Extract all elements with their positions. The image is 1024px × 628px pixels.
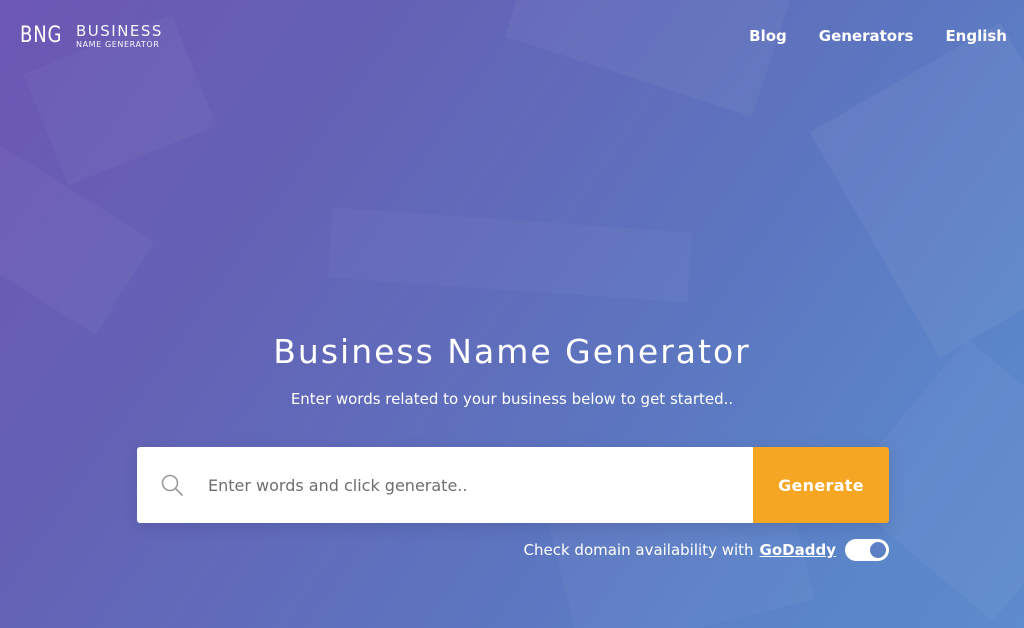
search-input[interactable]: [207, 447, 753, 523]
domain-check-toggle[interactable]: [845, 539, 889, 561]
background-shape: [0, 135, 154, 334]
search-icon: [137, 447, 207, 523]
logo-line-name-generator: NAME GENERATOR: [76, 39, 160, 49]
nav-link-generators[interactable]: Generators: [819, 26, 914, 46]
page-title: Business Name Generator: [273, 332, 751, 371]
godaddy-link[interactable]: GoDaddy: [760, 539, 836, 561]
logo-mark: BNG: [20, 23, 63, 48]
nav-link-blog[interactable]: Blog: [749, 26, 787, 46]
logo-line-business: BUSINESS: [76, 21, 163, 40]
background-shape: [809, 22, 1024, 358]
logo-text: BUSINESS NAME GENERATOR: [76, 23, 163, 50]
toggle-knob: [870, 542, 886, 558]
site-header: BNG BUSINESS NAME GENERATOR Blog Generat…: [0, 0, 1024, 72]
background-shape: [328, 208, 692, 303]
domain-check-label: Check domain availability with: [523, 541, 754, 559]
logo-link[interactable]: BNG BUSINESS NAME GENERATOR: [20, 22, 163, 50]
generate-button[interactable]: Generate: [753, 447, 889, 523]
domain-check: Check domain availability with GoDaddy: [524, 539, 889, 561]
page: BNG BUSINESS NAME GENERATOR Blog Generat…: [0, 0, 1024, 628]
search-form: Generate: [137, 447, 889, 523]
page-subtitle: Enter words related to your business bel…: [290, 390, 734, 408]
search-box: [137, 447, 753, 523]
nav-link-language[interactable]: English: [945, 26, 1007, 46]
main-nav: Blog Generators English: [749, 26, 1007, 46]
